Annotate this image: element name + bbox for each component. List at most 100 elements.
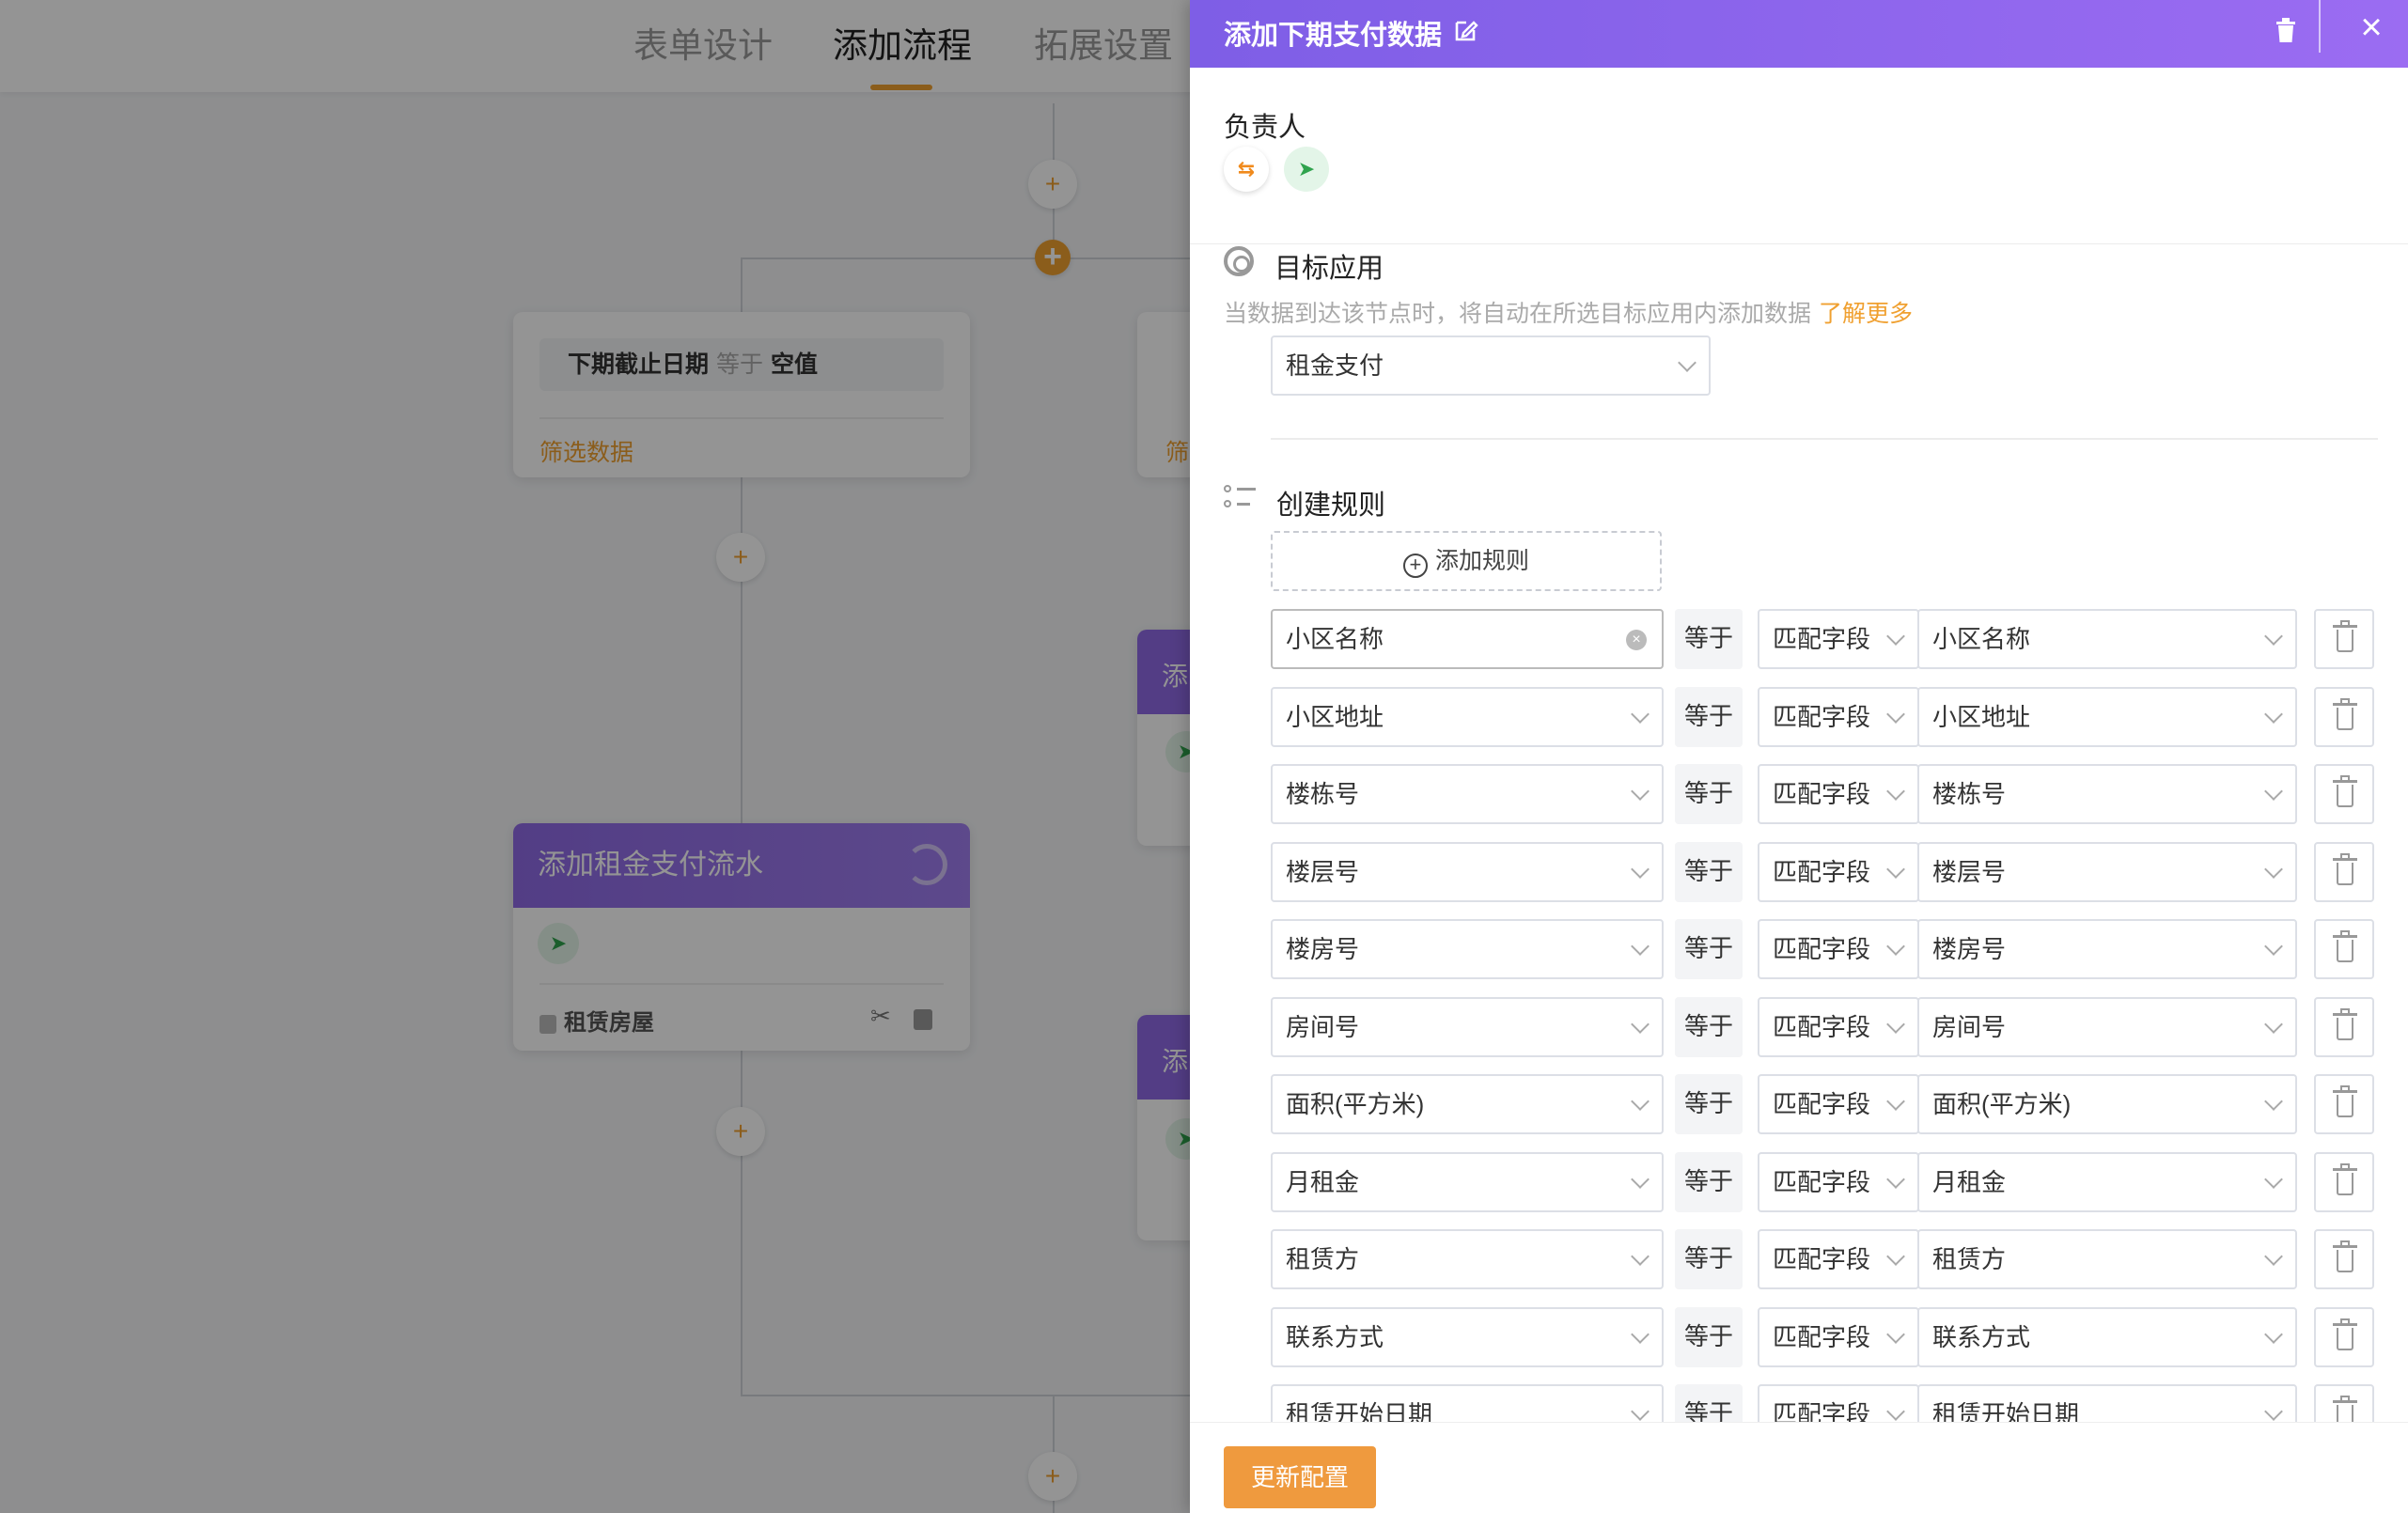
chevron-down-icon bbox=[1631, 1170, 1650, 1189]
delete-rule-button[interactable] bbox=[2314, 1229, 2374, 1289]
create-rules-label: 创建规则 bbox=[1276, 491, 1386, 521]
add-rule-button[interactable]: + 添加规则 bbox=[1271, 531, 1662, 591]
rule-operator: 等于 bbox=[1675, 842, 1743, 902]
rule-mode-select[interactable]: 匹配字段 bbox=[1758, 764, 1919, 824]
rule-target-field-select[interactable]: 小区地址 bbox=[1917, 687, 2297, 747]
rule-source-field-select[interactable]: 楼层号 bbox=[1271, 842, 1664, 902]
rule-source-field-select[interactable]: 小区名称 × bbox=[1271, 609, 1664, 669]
trash-icon-lid bbox=[2333, 780, 2357, 783]
delete-node-icon[interactable] bbox=[2275, 17, 2297, 43]
rule-mode-select[interactable]: 匹配字段 bbox=[1758, 919, 1919, 979]
chevron-down-icon bbox=[1631, 1402, 1650, 1421]
swap-icon[interactable]: ⇆ bbox=[1224, 147, 1269, 192]
chevron-down-icon bbox=[2264, 1092, 2283, 1111]
clear-icon[interactable]: × bbox=[1626, 630, 1647, 650]
trash-icon-body bbox=[2337, 863, 2353, 885]
rule-row: 月租金 等于 匹配字段 月租金 bbox=[1190, 1152, 2408, 1212]
update-config-button[interactable]: 更新配置 bbox=[1224, 1446, 1376, 1508]
rule-target-field-select[interactable]: 租赁开始日期 bbox=[1917, 1384, 2297, 1422]
rule-target-field-value: 月租金 bbox=[1932, 1168, 2007, 1196]
edit-icon[interactable] bbox=[1453, 17, 1479, 43]
rule-mode-select[interactable]: 匹配字段 bbox=[1758, 842, 1919, 902]
learn-more-link[interactable]: 了解更多 bbox=[1819, 301, 1913, 327]
target-app-select-value: 租金支付 bbox=[1286, 351, 1384, 380]
rule-mode-select[interactable]: 匹配字段 bbox=[1758, 1074, 1919, 1134]
rule-source-field-value: 小区地址 bbox=[1286, 703, 1384, 731]
trash-icon-body bbox=[2337, 785, 2353, 807]
rule-target-field-select[interactable]: 租赁方 bbox=[1917, 1229, 2297, 1289]
rule-source-field-select[interactable]: 楼栋号 bbox=[1271, 764, 1664, 824]
modal-overlay[interactable] bbox=[0, 0, 1190, 1513]
chevron-down-icon bbox=[2264, 782, 2283, 801]
rule-mode-select[interactable]: 匹配字段 bbox=[1758, 1307, 1919, 1367]
trash-icon-body bbox=[2337, 940, 2353, 962]
delete-rule-button[interactable] bbox=[2314, 687, 2374, 747]
chevron-down-icon bbox=[2264, 860, 2283, 879]
delete-rule-button[interactable] bbox=[2314, 1307, 2374, 1367]
rule-source-field-select[interactable]: 租赁方 bbox=[1271, 1229, 1664, 1289]
rule-operator: 等于 bbox=[1675, 687, 1743, 747]
rule-target-field-value: 小区名称 bbox=[1932, 625, 2031, 653]
rule-source-field-value: 月租金 bbox=[1286, 1168, 1360, 1196]
rule-target-field-select[interactable]: 面积(平方米) bbox=[1917, 1074, 2297, 1134]
rule-target-field-select[interactable]: 房间号 bbox=[1917, 997, 2297, 1057]
delete-rule-button[interactable] bbox=[2314, 1074, 2374, 1134]
chevron-down-icon bbox=[1631, 1092, 1650, 1111]
trash-icon-lid bbox=[2333, 1013, 2357, 1016]
delete-rule-button[interactable] bbox=[2314, 609, 2374, 669]
trash-icon-body bbox=[2337, 1250, 2353, 1272]
rule-mode-select[interactable]: 匹配字段 bbox=[1758, 1152, 1919, 1212]
rule-target-field-value: 租赁方 bbox=[1932, 1245, 2007, 1273]
chevron-down-icon bbox=[1631, 1247, 1650, 1266]
delete-rule-button[interactable] bbox=[2314, 842, 2374, 902]
close-icon[interactable]: × bbox=[2355, 8, 2387, 46]
rule-row: 楼层号 等于 匹配字段 楼层号 bbox=[1190, 842, 2408, 902]
rule-source-field-value: 楼层号 bbox=[1286, 858, 1360, 886]
rule-source-field-select[interactable]: 小区地址 bbox=[1271, 687, 1664, 747]
trash-icon-lid bbox=[2333, 1090, 2357, 1093]
delete-rule-button[interactable] bbox=[2314, 919, 2374, 979]
delete-rule-button[interactable] bbox=[2314, 1384, 2374, 1422]
rule-source-field-select[interactable]: 面积(平方米) bbox=[1271, 1074, 1664, 1134]
rule-row: 楼房号 等于 匹配字段 楼房号 bbox=[1190, 919, 2408, 979]
delete-rule-button[interactable] bbox=[2314, 1152, 2374, 1212]
rule-operator: 等于 bbox=[1675, 609, 1743, 669]
rule-mode-select[interactable]: 匹配字段 bbox=[1758, 1384, 1919, 1422]
rule-target-field-select[interactable]: 楼栋号 bbox=[1917, 764, 2297, 824]
send-icon[interactable]: ➤ bbox=[1284, 147, 1329, 192]
rule-row: 租赁开始日期 等于 匹配字段 租赁开始日期 bbox=[1190, 1384, 2408, 1422]
rule-target-field-select[interactable]: 联系方式 bbox=[1917, 1307, 2297, 1367]
rule-mode-value: 匹配字段 bbox=[1773, 625, 1871, 653]
delete-rule-button[interactable] bbox=[2314, 764, 2374, 824]
rule-mode-select[interactable]: 匹配字段 bbox=[1758, 997, 1919, 1057]
target-app-select[interactable]: 租金支付 bbox=[1271, 335, 1711, 396]
chevron-down-icon bbox=[1886, 627, 1905, 646]
rule-source-field-value: 房间号 bbox=[1286, 1013, 1360, 1041]
rule-mode-select[interactable]: 匹配字段 bbox=[1758, 1229, 1919, 1289]
chevron-down-icon bbox=[1631, 782, 1650, 801]
rule-target-field-select[interactable]: 月租金 bbox=[1917, 1152, 2297, 1212]
rule-source-field-select[interactable]: 租赁开始日期 bbox=[1271, 1384, 1664, 1422]
target-app-description: 当数据到达该节点时，将自动在所选目标应用内添加数据 了解更多 bbox=[1224, 295, 1913, 329]
rule-mode-select[interactable]: 匹配字段 bbox=[1758, 609, 1919, 669]
rule-source-field-select[interactable]: 楼房号 bbox=[1271, 919, 1664, 979]
chevron-down-icon bbox=[1631, 937, 1650, 956]
rule-source-field-select[interactable]: 联系方式 bbox=[1271, 1307, 1664, 1367]
target-app-description-text: 当数据到达该节点时，将自动在所选目标应用内添加数据 bbox=[1224, 301, 1812, 327]
trash-icon-lid bbox=[2333, 935, 2357, 938]
trash-icon-lid bbox=[2333, 703, 2357, 706]
chevron-down-icon bbox=[1886, 860, 1905, 879]
node-config-drawer: 添加下期支付数据 × 负责人 ⇆ ➤ 目标应用 当数据到达该节点时，将自动在所选… bbox=[1190, 0, 2408, 1513]
drawer-header: 添加下期支付数据 × bbox=[1190, 0, 2408, 68]
trash-icon-body bbox=[2337, 1173, 2353, 1195]
rule-source-field-select[interactable]: 月租金 bbox=[1271, 1152, 1664, 1212]
rule-target-field-value: 楼房号 bbox=[1932, 935, 2007, 963]
rule-target-field-select[interactable]: 楼层号 bbox=[1917, 842, 2297, 902]
rule-row: 面积(平方米) 等于 匹配字段 面积(平方米) bbox=[1190, 1074, 2408, 1134]
chevron-down-icon bbox=[2264, 937, 2283, 956]
rule-mode-select[interactable]: 匹配字段 bbox=[1758, 687, 1919, 747]
rule-target-field-select[interactable]: 小区名称 bbox=[1917, 609, 2297, 669]
rule-target-field-select[interactable]: 楼房号 bbox=[1917, 919, 2297, 979]
delete-rule-button[interactable] bbox=[2314, 997, 2374, 1057]
rule-source-field-select[interactable]: 房间号 bbox=[1271, 997, 1664, 1057]
